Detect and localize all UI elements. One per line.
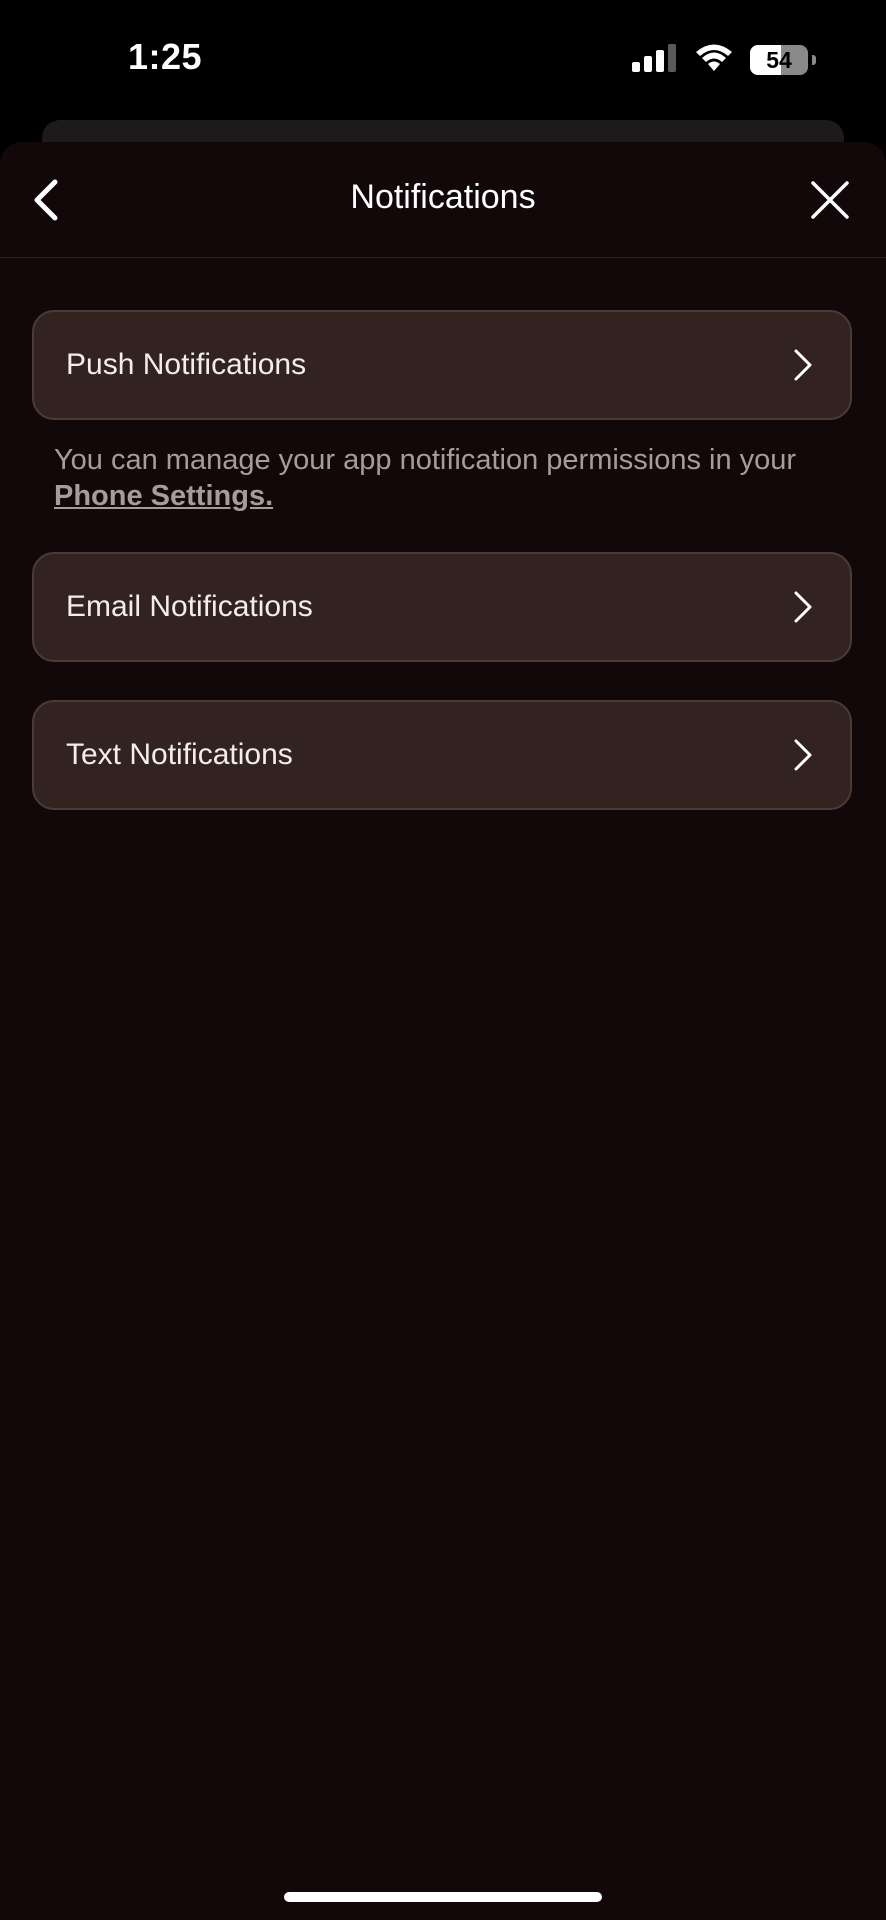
text-notifications-row[interactable]: Text Notifications <box>32 700 852 810</box>
battery-tip <box>812 55 816 65</box>
close-icon <box>811 181 849 219</box>
notifications-sheet: Notifications Push Notifications You can… <box>0 142 886 1920</box>
screen: 1:25 54 Notifications Push Notifications… <box>0 0 886 1920</box>
permissions-helper-text: You can manage your app notification per… <box>54 442 854 514</box>
row-label: Push Notifications <box>66 348 307 381</box>
status-time: 1:25 <box>128 36 203 77</box>
status-icons: 54 <box>632 43 816 78</box>
nav-bar: Notifications <box>0 142 886 258</box>
helper-text: You can manage your app notification per… <box>54 444 797 476</box>
battery-icon: 54 <box>750 45 816 75</box>
signal-icon <box>632 43 678 77</box>
phone-settings-link[interactable]: Phone Settings. <box>54 480 273 512</box>
chevron-right-icon <box>794 739 812 771</box>
push-notifications-row[interactable]: Push Notifications <box>32 310 852 420</box>
chevron-right-icon <box>794 349 812 381</box>
row-label: Text Notifications <box>66 738 293 771</box>
email-notifications-row[interactable]: Email Notifications <box>32 552 852 662</box>
close-button[interactable] <box>802 172 858 228</box>
chevron-right-icon <box>794 591 812 623</box>
wifi-icon <box>694 43 734 78</box>
battery-level: 54 <box>766 47 792 73</box>
row-label: Email Notifications <box>66 590 313 623</box>
status-bar: 1:25 54 <box>0 0 886 120</box>
home-indicator[interactable] <box>284 1892 602 1902</box>
page-title: Notifications <box>350 178 536 216</box>
